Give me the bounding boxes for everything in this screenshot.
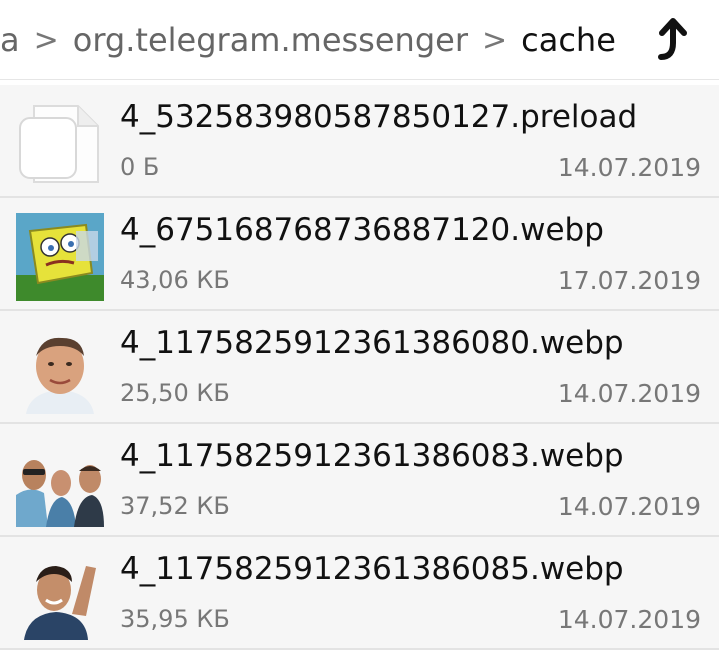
file-date: 14.07.2019: [557, 492, 701, 521]
file-date: 14.07.2019: [557, 153, 701, 182]
file-size: 43,06 КБ: [120, 266, 230, 294]
blank-file-icon: [16, 100, 104, 188]
up-arrow-icon: [658, 18, 687, 60]
file-name: 4_1175825912361386083.webp: [120, 438, 624, 474]
file-date: 14.07.2019: [557, 379, 701, 408]
file-row[interactable]: 4_1175825912361386085.webp 35,95 КБ 14.0…: [0, 537, 719, 650]
breadcrumb: a > org.telegram.messenger > cache: [0, 0, 719, 80]
breadcrumb-item-parent[interactable]: a: [0, 21, 20, 59]
breadcrumb-separator: >: [33, 22, 59, 58]
breadcrumb-separator: >: [481, 22, 508, 58]
file-name: 4_532583980587850127.preload: [120, 99, 638, 135]
file-size: 25,50 КБ: [120, 379, 230, 407]
photo-thumbnail: [16, 439, 104, 527]
breadcrumb-path: a > org.telegram.messenger > cache: [0, 0, 640, 80]
breadcrumb-item-telegram[interactable]: org.telegram.messenger: [73, 21, 468, 59]
photo-thumbnail: [16, 552, 104, 640]
breadcrumb-item-current[interactable]: cache: [521, 21, 616, 59]
file-size: 37,52 КБ: [120, 492, 230, 520]
file-name: 4_1175825912361386085.webp: [120, 551, 624, 587]
file-name: 4_1175825912361386080.webp: [120, 325, 624, 361]
file-date: 17.07.2019: [557, 266, 701, 295]
file-row[interactable]: 4_675168768736887120.webp 43,06 КБ 17.07…: [0, 198, 719, 311]
file-size: 35,95 КБ: [120, 605, 230, 633]
file-date: 14.07.2019: [557, 605, 701, 634]
photo-thumbnail: [16, 326, 104, 414]
sticker-thumbnail: [16, 213, 104, 301]
file-list: 4_532583980587850127.preload 0 Б 14.07.2…: [0, 85, 719, 650]
file-row[interactable]: 4_1175825912361386080.webp 25,50 КБ 14.0…: [0, 311, 719, 424]
up-button[interactable]: [641, 10, 701, 70]
file-row[interactable]: 4_532583980587850127.preload 0 Б 14.07.2…: [0, 85, 719, 198]
file-row[interactable]: 4_1175825912361386083.webp 37,52 КБ 14.0…: [0, 424, 719, 537]
file-name: 4_675168768736887120.webp: [120, 212, 604, 248]
file-size: 0 Б: [120, 153, 160, 181]
